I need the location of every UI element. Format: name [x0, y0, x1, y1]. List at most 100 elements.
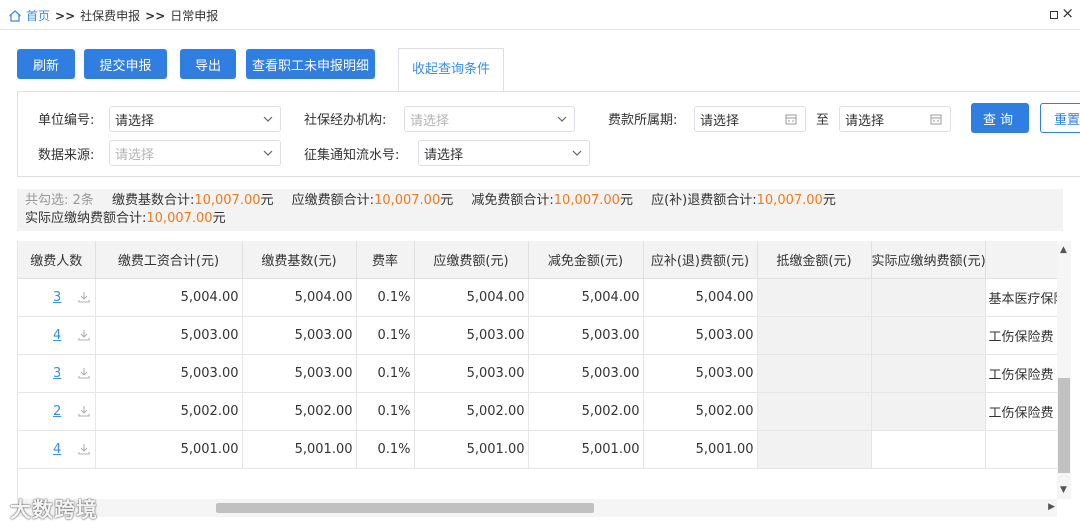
refund-total-label: 应(补)退费额合计:: [651, 193, 757, 208]
relief-cell: 5,004.00: [528, 278, 644, 317]
reset-button[interactable]: 重置: [1040, 103, 1080, 133]
summary-line-2: 实际应缴纳费额合计:10,007.00元: [25, 210, 1055, 228]
refund-cell: 5,001.00: [643, 430, 758, 469]
unit-code-label: 单位编号:: [38, 113, 95, 128]
payer-count-link[interactable]: 2: [53, 404, 61, 419]
actual-cell[interactable]: [871, 316, 986, 355]
chevron-down-icon: [263, 116, 273, 122]
column-header[interactable]: 缴费工资合计(元): [95, 241, 243, 279]
summary-bar: 共勾选: 2条 缴费基数合计:10,007.00元 应缴费额合计:10,007.…: [17, 189, 1063, 231]
column-header[interactable]: 抵缴金额(元): [757, 241, 872, 279]
due-cell: 5,003.00: [414, 316, 529, 355]
notice-no-label: 征集通知流水号:: [304, 148, 400, 163]
period-to-picker[interactable]: 请选择: [839, 106, 951, 132]
column-header[interactable]: 费率: [356, 241, 415, 279]
payer-count-link[interactable]: 3: [53, 290, 61, 305]
column-header[interactable]: 缴费基数(元): [242, 241, 357, 279]
period-to-label: 至: [816, 113, 830, 128]
offset-cell[interactable]: [757, 278, 872, 317]
download-icon[interactable]: [77, 328, 91, 342]
breadcrumb-level2[interactable]: 社保费申报: [80, 7, 140, 24]
notice-no-select[interactable]: 请选择: [418, 140, 590, 166]
declaration-table: 缴费人数 缴费工资合计(元) 缴费基数(元) 费率 应缴费额(元) 减免金额(元…: [17, 241, 1057, 499]
vertical-scrollbar[interactable]: ▲ ▼: [1057, 241, 1071, 499]
rate-cell: 0.1%: [356, 316, 415, 355]
download-icon[interactable]: [77, 442, 91, 456]
offset-cell[interactable]: [757, 316, 872, 355]
horizontal-scrollbar[interactable]: ▶: [17, 499, 1057, 517]
column-header[interactable]: 征: [985, 241, 1057, 279]
table-header-row: 缴费人数 缴费工资合计(元) 缴费基数(元) 费率 应缴费额(元) 减免金额(元…: [18, 241, 1057, 279]
refund-total-value: 10,007.00: [756, 193, 823, 208]
unit-label: 元: [619, 193, 633, 208]
table-row: 3 5,004.00 5,004.00 0.1% 5,004.00 5,004.…: [18, 278, 1057, 317]
wage-total-cell: 5,002.00: [95, 392, 243, 431]
column-header[interactable]: 减免金额(元): [528, 241, 644, 279]
unit-code-select[interactable]: 请选择: [109, 106, 281, 132]
refresh-button[interactable]: 刷新: [17, 49, 75, 79]
selected-count: 2条: [72, 193, 94, 208]
query-panel: 单位编号: 请选择 社保经办机构: 请选择 费款所属期: 请选择 至 请选择 查…: [17, 91, 1080, 177]
submit-declaration-button[interactable]: 提交申报: [84, 49, 167, 79]
horizontal-scroll-thumb[interactable]: [216, 503, 594, 513]
table-row: 2 5,002.00 5,002.00 0.1% 5,002.00 5,002.…: [18, 392, 1057, 431]
payer-count-cell: 4: [18, 316, 96, 355]
export-button[interactable]: 导出: [180, 49, 236, 79]
table-row: 4 5,001.00 5,001.00 0.1% 5,001.00 5,001.…: [18, 430, 1057, 469]
agency-select[interactable]: 请选择: [404, 106, 575, 132]
payer-count-link[interactable]: 4: [53, 328, 61, 343]
payer-count-link[interactable]: 3: [53, 366, 61, 381]
due-cell: 5,001.00: [414, 430, 529, 469]
relief-total-value: 10,007.00: [553, 193, 620, 208]
actual-cell[interactable]: [871, 392, 986, 431]
offset-cell[interactable]: [757, 430, 872, 469]
offset-cell[interactable]: [757, 354, 872, 393]
view-unreported-button[interactable]: 查看职工未申报明细: [246, 49, 375, 79]
selected-label: 共勾选:: [25, 193, 69, 208]
query-button[interactable]: 查询: [971, 103, 1029, 133]
actual-total-value: 10,007.00: [146, 211, 213, 226]
actual-cell[interactable]: [871, 278, 986, 317]
payer-count-cell: 2: [18, 392, 96, 431]
vertical-scroll-thumb[interactable]: [1058, 378, 1070, 473]
due-cell: 5,002.00: [414, 392, 529, 431]
column-header[interactable]: 应缴费额(元): [414, 241, 529, 279]
payer-count-cell: 3: [18, 354, 96, 393]
period-label: 费款所属期:: [608, 113, 678, 128]
rate-cell: 0.1%: [356, 278, 415, 317]
breadcrumb-separator: >>: [55, 8, 76, 23]
download-icon[interactable]: [77, 404, 91, 418]
unit-label: 元: [212, 211, 226, 226]
wage-total-cell: 5,003.00: [95, 354, 243, 393]
data-source-select[interactable]: 请选择: [109, 140, 281, 166]
payer-count-link[interactable]: 4: [53, 442, 61, 457]
close-icon[interactable]: ×: [1061, 5, 1074, 21]
calendar-icon: [785, 114, 797, 125]
breadcrumb-home[interactable]: 首页: [26, 7, 50, 24]
column-header[interactable]: 实际应缴纳费额(元): [871, 241, 986, 279]
maximize-icon[interactable]: [1050, 11, 1058, 19]
scroll-down-icon[interactable]: ▼: [1060, 485, 1067, 495]
insurance-type-cell: 工伤保险费: [985, 354, 1057, 393]
offset-cell[interactable]: [757, 392, 872, 431]
column-header[interactable]: 应补(退)费额(元): [643, 241, 758, 279]
tab-collapse-query[interactable]: 收起查询条件: [398, 48, 504, 92]
actual-cell[interactable]: [871, 354, 986, 393]
scroll-up-icon[interactable]: ▲: [1060, 245, 1067, 255]
refund-cell: 5,004.00: [643, 278, 758, 317]
download-icon[interactable]: [77, 366, 91, 380]
title-bar: 首页 >> 社保费申报 >> 日常申报 ×: [0, 0, 1080, 30]
scroll-right-icon[interactable]: ▶: [1048, 502, 1055, 512]
summary-line-1: 共勾选: 2条 缴费基数合计:10,007.00元 应缴费额合计:10,007.…: [25, 192, 1055, 210]
column-header[interactable]: 缴费人数: [18, 241, 96, 279]
download-icon[interactable]: [77, 290, 91, 304]
actual-cell[interactable]: [871, 430, 986, 469]
wage-total-cell: 5,004.00: [95, 278, 243, 317]
insurance-type-cell: 基本医疗保险: [985, 278, 1057, 317]
insurance-type-cell: 工伤保险费: [985, 316, 1057, 355]
base-cell: 5,004.00: [242, 278, 357, 317]
calendar-icon: [930, 114, 942, 125]
home-icon[interactable]: [8, 9, 22, 23]
due-total-value: 10,007.00: [374, 193, 441, 208]
period-from-picker[interactable]: 请选择: [694, 106, 806, 132]
